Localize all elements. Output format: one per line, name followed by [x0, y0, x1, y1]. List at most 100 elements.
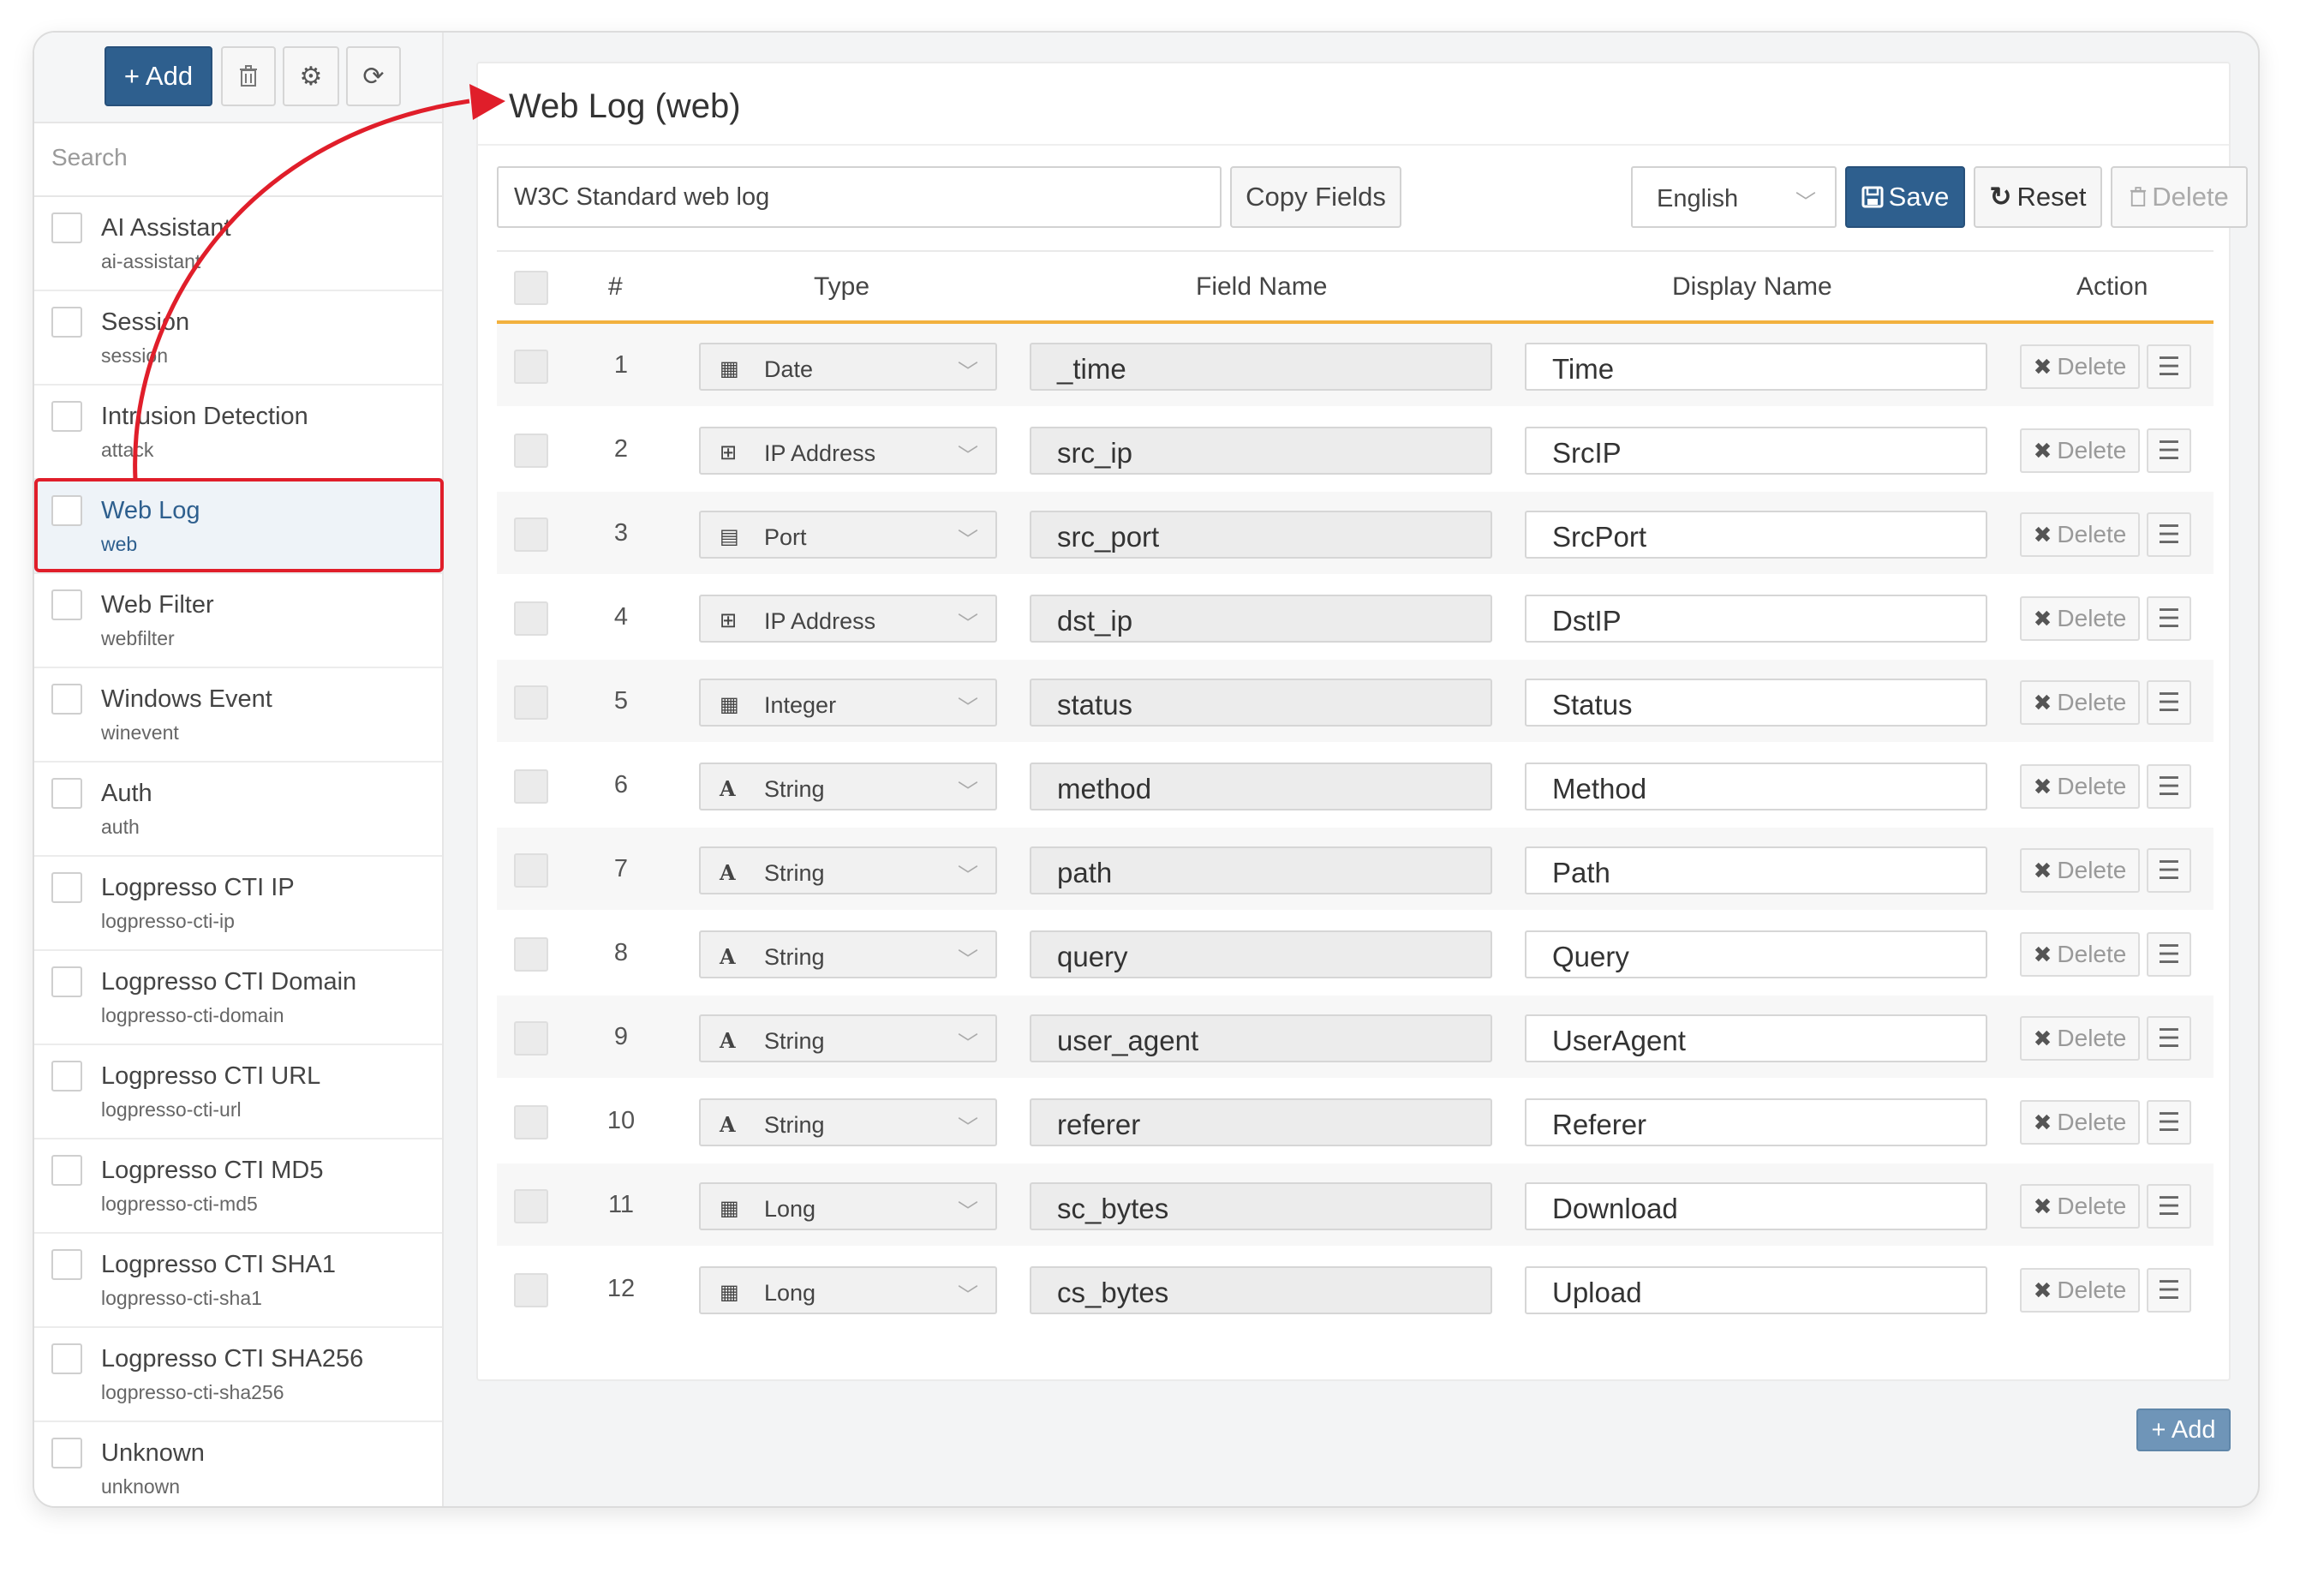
field-name-input[interactable]: sc_bytes	[1030, 1182, 1492, 1230]
checkbox[interactable]	[51, 684, 82, 715]
row-delete-button[interactable]: ✖ Delete	[2020, 1268, 2140, 1313]
sidebar-item[interactable]: Logpresso CTI SHA256 logpresso-cti-sha256	[34, 1328, 442, 1422]
row-checkbox[interactable]	[514, 853, 548, 888]
checkbox[interactable]	[51, 589, 82, 620]
row-menu-button[interactable]: ☰	[2147, 1268, 2191, 1313]
display-name-input[interactable]: Referer	[1525, 1098, 1987, 1146]
save-button[interactable]: Save	[1845, 166, 1965, 228]
row-checkbox[interactable]	[514, 1273, 548, 1307]
sidebar-item[interactable]: Auth auth	[34, 763, 442, 857]
select-all-checkbox[interactable]	[514, 271, 548, 305]
row-delete-button[interactable]: ✖ Delete	[2020, 428, 2140, 473]
reset-button[interactable]: ↻ Reset	[1974, 166, 2102, 228]
display-name-input[interactable]: DstIP	[1525, 595, 1987, 643]
display-name-input[interactable]: Path	[1525, 846, 1987, 894]
row-checkbox[interactable]	[514, 601, 548, 636]
row-delete-button[interactable]: ✖ Delete	[2020, 1184, 2140, 1229]
row-delete-button[interactable]: ✖ Delete	[2020, 848, 2140, 893]
sidebar-item[interactable]: Logpresso CTI IP logpresso-cti-ip	[34, 857, 442, 951]
type-select[interactable]: ▤ Port ﹀	[699, 511, 997, 559]
row-checkbox[interactable]	[514, 1021, 548, 1056]
settings-button[interactable]: ⚙	[283, 46, 339, 106]
delete-schema-button[interactable]: Delete	[2111, 166, 2248, 228]
display-name-input[interactable]: Status	[1525, 679, 1987, 727]
checkbox[interactable]	[51, 966, 82, 997]
type-select[interactable]: A String ﹀	[699, 930, 997, 978]
field-name-input[interactable]: user_agent	[1030, 1014, 1492, 1062]
copy-fields-button[interactable]: Copy Fields	[1230, 166, 1401, 228]
field-name-input[interactable]: _time	[1030, 343, 1492, 391]
sidebar-item[interactable]: Web Filter webfilter	[34, 574, 442, 668]
display-name-input[interactable]: Query	[1525, 930, 1987, 978]
add-field-button[interactable]: + Add	[2136, 1409, 2231, 1451]
sidebar-item[interactable]: Logpresso CTI MD5 logpresso-cti-md5	[34, 1139, 442, 1234]
sidebar-item[interactable]: Intrusion Detection attack	[34, 386, 442, 480]
sidebar-item[interactable]: Logpresso CTI URL logpresso-cti-url	[34, 1045, 442, 1139]
row-checkbox[interactable]	[514, 350, 548, 384]
row-delete-button[interactable]: ✖ Delete	[2020, 512, 2140, 557]
checkbox[interactable]	[51, 307, 82, 338]
display-name-input[interactable]: Upload	[1525, 1266, 1987, 1314]
row-delete-button[interactable]: ✖ Delete	[2020, 596, 2140, 641]
sidebar-item[interactable]: Session session	[34, 291, 442, 386]
checkbox[interactable]	[51, 401, 82, 432]
display-name-input[interactable]: Download	[1525, 1182, 1987, 1230]
row-menu-button[interactable]: ☰	[2147, 680, 2191, 725]
checkbox[interactable]	[51, 1061, 82, 1092]
row-delete-button[interactable]: ✖ Delete	[2020, 764, 2140, 809]
type-select[interactable]: ⊞ IP Address ﹀	[699, 427, 997, 475]
field-name-input[interactable]: dst_ip	[1030, 595, 1492, 643]
field-name-input[interactable]: cs_bytes	[1030, 1266, 1492, 1314]
sidebar-item[interactable]: Logpresso CTI Domain logpresso-cti-domain	[34, 951, 442, 1045]
row-checkbox[interactable]	[514, 1105, 548, 1139]
row-menu-button[interactable]: ☰	[2147, 848, 2191, 893]
row-menu-button[interactable]: ☰	[2147, 1100, 2191, 1145]
sidebar-item[interactable]: Unknown unknown	[34, 1422, 442, 1506]
field-name-input[interactable]: referer	[1030, 1098, 1492, 1146]
row-delete-button[interactable]: ✖ Delete	[2020, 932, 2140, 977]
display-name-input[interactable]: Time	[1525, 343, 1987, 391]
checkbox[interactable]	[51, 1249, 82, 1280]
row-menu-button[interactable]: ☰	[2147, 932, 2191, 977]
display-name-input[interactable]: UserAgent	[1525, 1014, 1987, 1062]
row-delete-button[interactable]: ✖ Delete	[2020, 680, 2140, 725]
row-delete-button[interactable]: ✖ Delete	[2020, 344, 2140, 389]
type-select[interactable]: ▦ Long ﹀	[699, 1182, 997, 1230]
type-select[interactable]: ⊞ IP Address ﹀	[699, 595, 997, 643]
row-menu-button[interactable]: ☰	[2147, 596, 2191, 641]
sidebar-item[interactable]: Logpresso CTI SHA1 logpresso-cti-sha1	[34, 1234, 442, 1328]
row-menu-button[interactable]: ☰	[2147, 1184, 2191, 1229]
row-menu-button[interactable]: ☰	[2147, 512, 2191, 557]
field-name-input[interactable]: src_ip	[1030, 427, 1492, 475]
field-name-input[interactable]: src_port	[1030, 511, 1492, 559]
type-select[interactable]: ▦ Integer ﹀	[699, 679, 997, 727]
checkbox[interactable]	[51, 778, 82, 809]
checkbox[interactable]	[51, 872, 82, 903]
row-delete-button[interactable]: ✖ Delete	[2020, 1016, 2140, 1061]
type-select[interactable]: A String ﹀	[699, 1014, 997, 1062]
field-name-input[interactable]: query	[1030, 930, 1492, 978]
row-menu-button[interactable]: ☰	[2147, 344, 2191, 389]
row-menu-button[interactable]: ☰	[2147, 1016, 2191, 1061]
checkbox[interactable]	[51, 1155, 82, 1186]
field-name-input[interactable]: method	[1030, 763, 1492, 810]
description-input[interactable]: W3C Standard web log	[497, 166, 1222, 228]
search-input[interactable]: Search	[34, 123, 442, 197]
row-checkbox[interactable]	[514, 1189, 548, 1223]
checkbox[interactable]	[51, 1438, 82, 1468]
display-name-input[interactable]: SrcPort	[1525, 511, 1987, 559]
row-checkbox[interactable]	[514, 434, 548, 468]
sidebar-item[interactable]: Windows Event winevent	[34, 668, 442, 763]
field-name-input[interactable]: path	[1030, 846, 1492, 894]
display-name-input[interactable]: SrcIP	[1525, 427, 1987, 475]
checkbox[interactable]	[51, 212, 82, 243]
row-menu-button[interactable]: ☰	[2147, 428, 2191, 473]
refresh-button[interactable]: ⟳	[346, 46, 401, 106]
display-name-input[interactable]: Method	[1525, 763, 1987, 810]
type-select[interactable]: ▦ Long ﹀	[699, 1266, 997, 1314]
sidebar-item[interactable]: AI Assistant ai-assistant	[34, 197, 442, 291]
row-checkbox[interactable]	[514, 685, 548, 720]
type-select[interactable]: A String ﹀	[699, 763, 997, 810]
checkbox[interactable]	[51, 1343, 82, 1374]
field-name-input[interactable]: status	[1030, 679, 1492, 727]
